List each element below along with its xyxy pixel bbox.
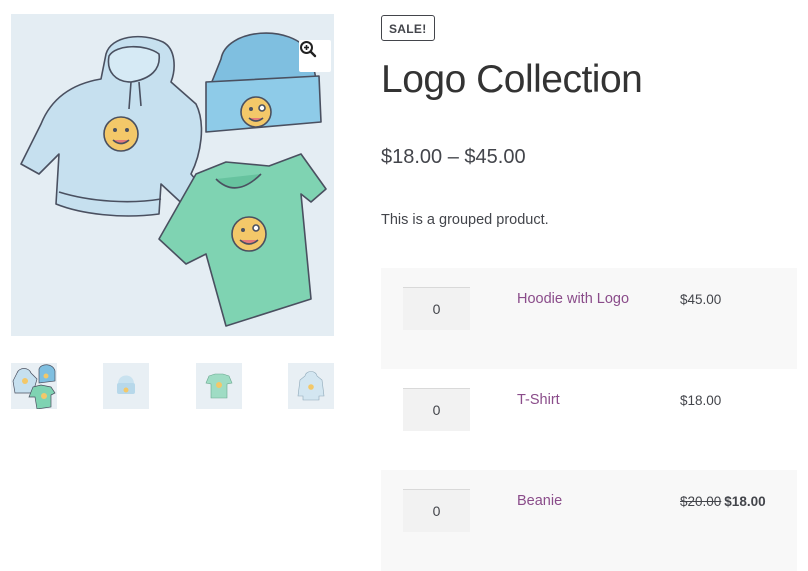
product-link-beanie[interactable]: Beanie	[517, 493, 562, 509]
regular-price: $20.00	[680, 494, 722, 509]
sale-badge: SALE!	[381, 15, 435, 41]
grouped-product-row: T-Shirt $18.00	[381, 369, 797, 470]
magnifier-plus-icon	[300, 41, 317, 58]
thumbnail-logo-collection[interactable]	[11, 363, 57, 409]
thumbnail-tshirt[interactable]	[196, 363, 242, 409]
zoom-button[interactable]	[299, 40, 331, 72]
grouped-products-table: Hoodie with Logo $45.00 T-Shirt $18.00 B…	[381, 268, 797, 571]
beanie-thumbnail	[117, 375, 135, 394]
product-price: $45.00	[680, 292, 722, 307]
product-title: Logo Collection	[381, 58, 643, 101]
quantity-input[interactable]	[403, 287, 470, 330]
product-price: $20.00 $18.00	[680, 494, 766, 509]
product-link-hoodie-with-logo[interactable]: Hoodie with Logo	[517, 291, 629, 307]
product-link-t-shirt[interactable]: T-Shirt	[517, 392, 560, 408]
tshirt-thumbnail	[205, 373, 233, 399]
quantity-input[interactable]	[403, 388, 470, 431]
hoodie-thumbnail	[297, 371, 325, 401]
thumbnail-hoodie[interactable]	[288, 363, 334, 409]
logo-collection-thumbnail	[12, 364, 56, 409]
price-range: $18.00 – $45.00	[381, 146, 526, 168]
thumbnail-beanie[interactable]	[103, 363, 149, 409]
product-description: This is a grouped product.	[381, 212, 549, 228]
sale-price: $18.00	[724, 494, 766, 509]
grouped-product-row: Beanie $20.00$18.00	[381, 470, 797, 571]
product-price: $18.00	[680, 393, 722, 408]
product-main-image[interactable]	[11, 14, 334, 336]
logo-collection-illustration	[20, 32, 327, 327]
grouped-product-row: Hoodie with Logo $45.00	[381, 268, 797, 369]
quantity-input[interactable]	[403, 489, 470, 532]
